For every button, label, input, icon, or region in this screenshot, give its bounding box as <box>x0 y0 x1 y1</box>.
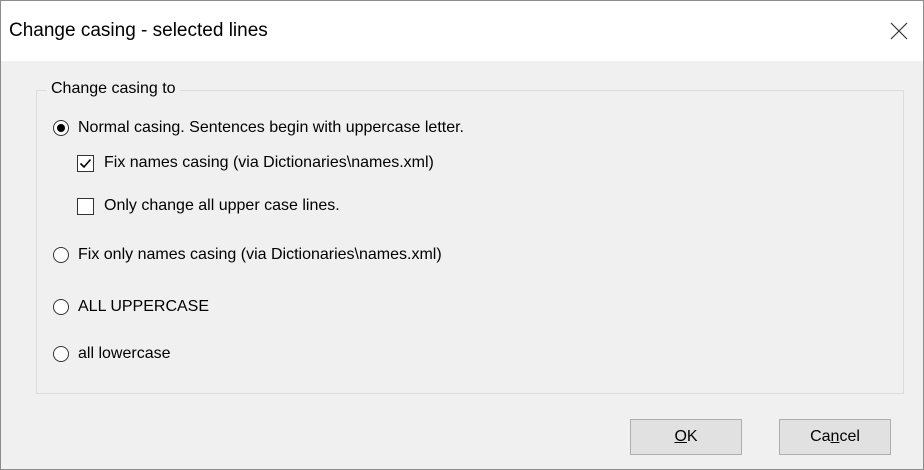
change-casing-dialog: Change casing - selected lines Change ca… <box>0 0 924 470</box>
radio-button-checked[interactable] <box>53 120 69 136</box>
radio-all-uppercase[interactable]: ALL UPPERCASE <box>53 298 209 316</box>
checkbox-unchecked[interactable] <box>77 197 94 215</box>
cancel-button[interactable]: Ca n cel <box>779 419 891 455</box>
cancel-mnemonic: n <box>830 428 840 445</box>
checkbox-only-upper[interactable]: Only change all upper case lines. <box>77 197 340 215</box>
title-bar: Change casing - selected lines <box>1 1 923 61</box>
radio-all-lowercase-label: all lowercase <box>78 345 171 362</box>
dialog-content: Change casing to Normal casing. Sentence… <box>1 61 923 469</box>
cancel-pre: Ca <box>810 428 831 445</box>
radio-fix-only-names[interactable]: Fix only names casing (via Dictionaries\… <box>53 246 442 264</box>
radio-button[interactable] <box>53 299 69 315</box>
cancel-rest: cel <box>839 428 860 445</box>
group-legend: Change casing to <box>47 80 180 98</box>
checkmark-icon <box>79 158 92 168</box>
change-casing-group: Change casing to Normal casing. Sentence… <box>36 80 904 394</box>
checkbox-only-upper-label: Only change all upper case lines. <box>104 197 340 214</box>
ok-button[interactable]: OK <box>630 419 742 455</box>
radio-button[interactable] <box>53 346 69 362</box>
radio-normal-casing-label: Normal casing. Sentences begin with uppe… <box>78 119 464 136</box>
ok-mnemonic: O <box>674 428 687 445</box>
checkbox-fix-names-label: Fix names casing (via Dictionaries\names… <box>104 154 434 171</box>
checkbox-fix-names[interactable]: Fix names casing (via Dictionaries\names… <box>77 154 434 172</box>
close-button[interactable] <box>879 9 919 53</box>
window-title: Change casing - selected lines <box>9 20 268 41</box>
close-icon <box>890 22 908 40</box>
radio-fix-only-names-label: Fix only names casing (via Dictionaries\… <box>78 246 442 263</box>
radio-button[interactable] <box>53 247 69 263</box>
radio-all-lowercase[interactable]: all lowercase <box>53 345 170 363</box>
ok-rest: K <box>686 428 698 445</box>
checkbox-checked[interactable] <box>77 154 94 172</box>
radio-normal-casing[interactable]: Normal casing. Sentences begin with uppe… <box>53 119 464 137</box>
radio-all-uppercase-label: ALL UPPERCASE <box>78 298 210 315</box>
